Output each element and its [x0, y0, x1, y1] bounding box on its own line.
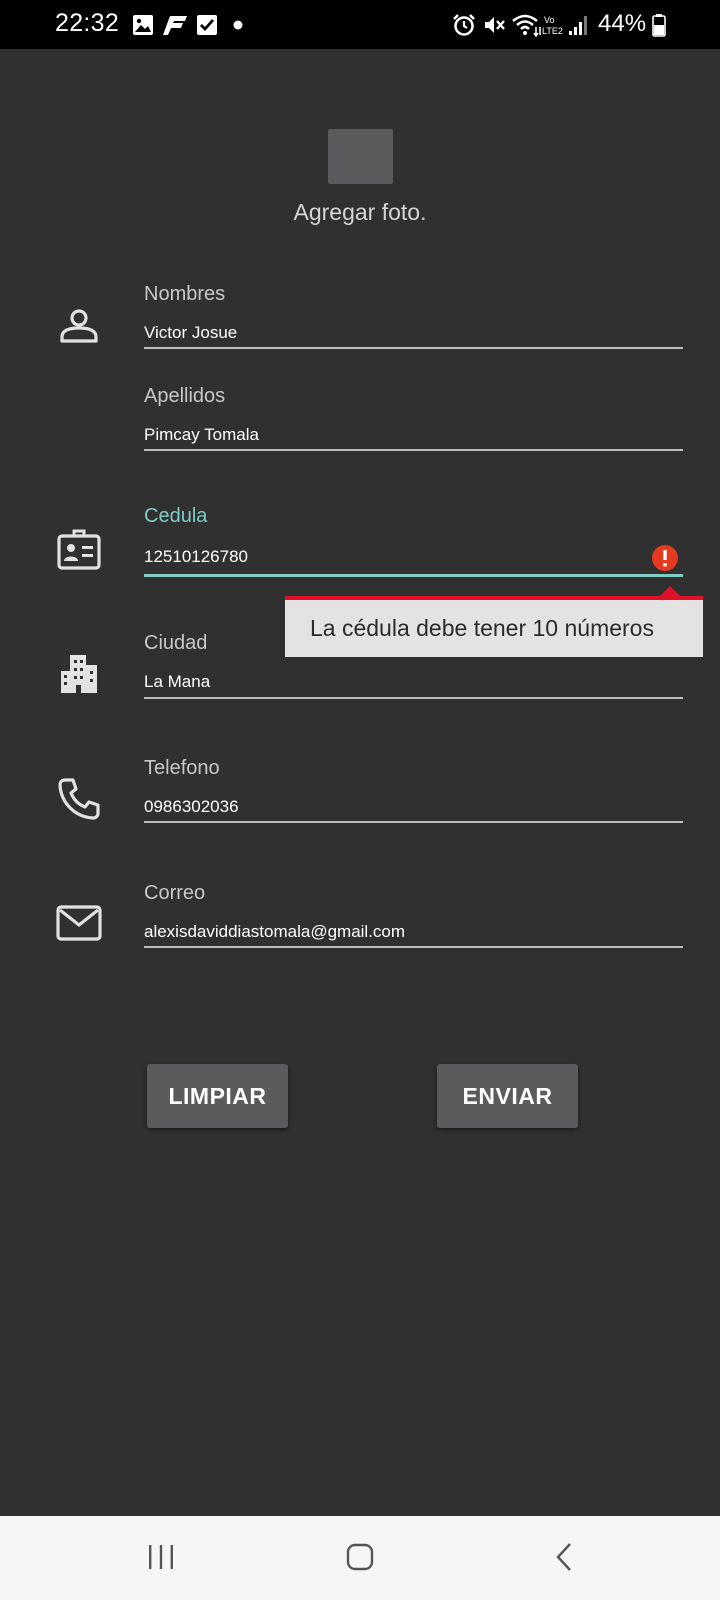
volte-icon: Vo LTE2	[542, 15, 563, 36]
apellidos-label: Apellidos	[144, 385, 226, 407]
telefono-input[interactable]: 0986302036	[144, 797, 239, 817]
battery-percent: 44%	[598, 10, 647, 37]
person-icon	[60, 309, 98, 343]
error-icon[interactable]	[651, 544, 679, 572]
home-icon[interactable]	[345, 1542, 375, 1572]
dot-icon	[233, 20, 243, 30]
mail-icon	[56, 905, 102, 941]
checkbox-icon	[197, 15, 217, 35]
send-button[interactable]: ENVIAR	[437, 1064, 578, 1128]
cedula-error-popup: La cédula debe tener 10 números	[285, 596, 703, 657]
telefono-label: Telefono	[144, 757, 220, 779]
correo-input[interactable]: alexisdaviddiastomala@gmail.com	[144, 922, 405, 942]
mute-icon	[485, 17, 505, 33]
svg-text:Vo: Vo	[544, 15, 555, 25]
nombres-underline	[144, 347, 683, 349]
correo-label: Correo	[144, 882, 206, 904]
apellidos-underline	[144, 449, 683, 451]
id-card-icon	[57, 529, 101, 570]
building-icon	[61, 655, 97, 693]
nombres-label: Nombres	[144, 283, 226, 305]
navigation-bar	[0, 1516, 720, 1600]
signal-icon	[569, 16, 587, 35]
svg-text:LTE2: LTE2	[542, 26, 563, 36]
apellidos-input[interactable]: Pimcay Tomala	[144, 425, 259, 445]
correo-underline	[144, 946, 683, 948]
clear-button[interactable]: LIMPIAR	[147, 1064, 288, 1128]
cedula-label: Cedula	[144, 505, 208, 527]
ciudad-underline	[144, 697, 683, 699]
nombres-input[interactable]: Victor Josue	[144, 323, 237, 343]
ciudad-input[interactable]: La Mana	[144, 672, 210, 692]
battery-icon	[652, 14, 666, 37]
recents-icon[interactable]	[146, 1542, 176, 1572]
telefono-underline	[144, 821, 683, 823]
photo-placeholder[interactable]	[328, 129, 393, 184]
f-app-icon	[163, 16, 187, 35]
cedula-input[interactable]: 12510126780	[144, 547, 248, 567]
wifi-icon	[512, 14, 541, 37]
status-bar: 22:32 Vo LTE2 44%	[0, 0, 720, 49]
ciudad-label: Ciudad	[144, 632, 208, 654]
add-photo-label[interactable]: Agregar foto.	[0, 199, 720, 226]
alarm-icon	[453, 14, 475, 36]
back-icon[interactable]	[550, 1542, 580, 1572]
status-time: 22:32	[55, 9, 120, 37]
gallery-icon	[133, 15, 153, 35]
cedula-underline	[144, 574, 683, 577]
phone-icon	[58, 778, 100, 820]
